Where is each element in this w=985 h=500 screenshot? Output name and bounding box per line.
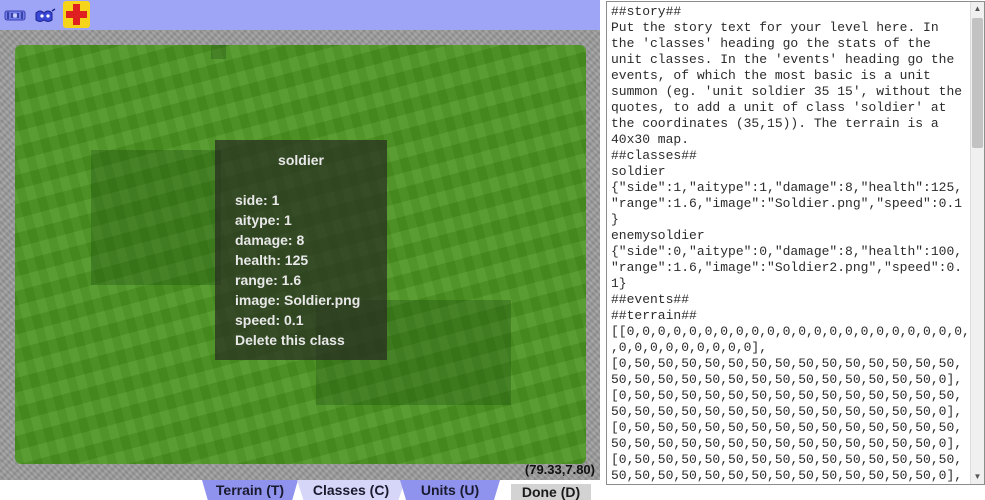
tab-label: Classes (C): [312, 482, 390, 498]
stat-range: range: 1.6: [235, 272, 302, 288]
toolbar: [0, 0, 600, 30]
stat-image: image: Soldier.png: [235, 292, 361, 308]
tab-label: Terrain (T): [215, 482, 285, 498]
map-editor-pane: soldier side: 1 aitype: 1 damage: 8 heal…: [0, 0, 600, 500]
class-name: soldier: [278, 152, 324, 168]
unit-highlight[interactable]: [211, 45, 226, 59]
map-canvas[interactable]: soldier side: 1 aitype: 1 damage: 8 heal…: [0, 30, 600, 480]
level-editor: soldier side: 1 aitype: 1 damage: 8 heal…: [0, 0, 985, 500]
tab-classes[interactable]: Classes (C): [297, 480, 405, 500]
scroll-up-arrow-icon[interactable]: ▲: [971, 2, 984, 16]
stat-health: health: 125: [235, 252, 309, 268]
delete-class-button[interactable]: Delete this class: [235, 332, 345, 348]
done-button[interactable]: Done (D): [511, 484, 591, 500]
level-source-text[interactable]: ##story## Put the story text for your le…: [611, 4, 971, 484]
tab-terrain[interactable]: Terrain (T): [202, 480, 298, 500]
vertical-scrollbar[interactable]: ▲ ▼: [970, 2, 984, 484]
class-details-panel: soldier side: 1 aitype: 1 damage: 8 heal…: [215, 140, 387, 360]
stat-speed: speed: 0.1: [235, 312, 304, 328]
unit-tool-icon[interactable]: [33, 3, 57, 27]
tab-units[interactable]: Units (U): [400, 480, 500, 500]
scrollbar-thumb[interactable]: [972, 18, 983, 148]
scroll-down-arrow-icon[interactable]: ▼: [971, 470, 984, 484]
level-source-textarea[interactable]: ##story## Put the story text for your le…: [606, 1, 985, 485]
unit-highlight[interactable]: [91, 150, 221, 285]
stat-aitype: aitype: 1: [235, 212, 292, 228]
stat-side: side: 1: [235, 192, 280, 208]
cursor-coordinates: (79.33,7.80): [524, 462, 595, 477]
grass-terrain[interactable]: soldier side: 1 aitype: 1 damage: 8 heal…: [15, 45, 586, 464]
stat-damage: damage: 8: [235, 232, 305, 248]
plus-icon[interactable]: [63, 1, 90, 28]
tab-label: Units (U): [420, 482, 480, 498]
selection-tool-icon[interactable]: [3, 3, 27, 27]
